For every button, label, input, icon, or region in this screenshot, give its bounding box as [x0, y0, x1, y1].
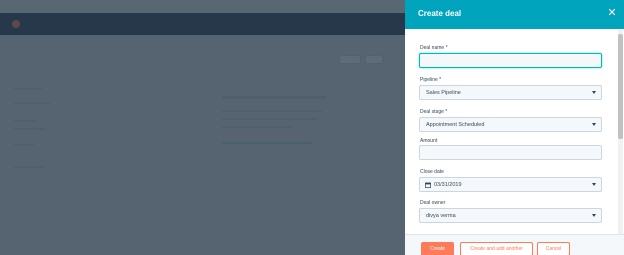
- close-icon[interactable]: ✕: [605, 6, 619, 20]
- close-date-label: Close date: [420, 169, 444, 175]
- amount-input[interactable]: [419, 145, 602, 160]
- deal-owner-label: Deal owner: [420, 200, 446, 206]
- chevron-down-icon: [592, 123, 596, 126]
- create-button[interactable]: Create: [421, 242, 454, 255]
- deal-name-input[interactable]: [419, 53, 602, 68]
- create-deal-panel: Create deal ✕ Deal name * Pipeline * Sal…: [405, 0, 624, 255]
- pipeline-label: Pipeline *: [420, 77, 442, 83]
- close-date-value: 03/31/2019: [434, 182, 462, 188]
- panel-footer: Create Create and add another Cancel: [405, 234, 624, 255]
- pipeline-select[interactable]: Sales Pipeline: [419, 85, 602, 100]
- calendar-icon: [425, 182, 431, 188]
- deal-stage-select[interactable]: Appointment Scheduled: [419, 117, 602, 132]
- cancel-button[interactable]: Cancel: [537, 242, 570, 255]
- panel-header: Create deal ✕: [405, 0, 624, 29]
- modal-overlay[interactable]: [0, 0, 405, 255]
- close-date-picker[interactable]: 03/31/2019: [419, 177, 602, 192]
- panel-title: Create deal: [418, 9, 462, 18]
- chevron-down-icon: [592, 183, 596, 186]
- deal-stage-value: Appointment Scheduled: [426, 122, 485, 128]
- deal-owner-value: divya verma: [426, 213, 456, 219]
- amount-label: Amount: [420, 138, 438, 144]
- deal-stage-label: Deal stage *: [420, 109, 448, 115]
- deal-owner-select[interactable]: divya verma: [419, 208, 602, 223]
- chevron-down-icon: [592, 91, 596, 94]
- create-and-add-another-button[interactable]: Create and add another: [460, 242, 533, 255]
- panel-scrollbar[interactable]: [618, 29, 623, 234]
- chevron-down-icon: [592, 214, 596, 217]
- scrollbar-thumb[interactable]: [618, 34, 623, 139]
- pipeline-value: Sales Pipeline: [426, 90, 461, 96]
- deal-name-label: Deal name *: [420, 45, 448, 51]
- deal-form: Deal name * Pipeline * Sales Pipeline De…: [405, 29, 617, 234]
